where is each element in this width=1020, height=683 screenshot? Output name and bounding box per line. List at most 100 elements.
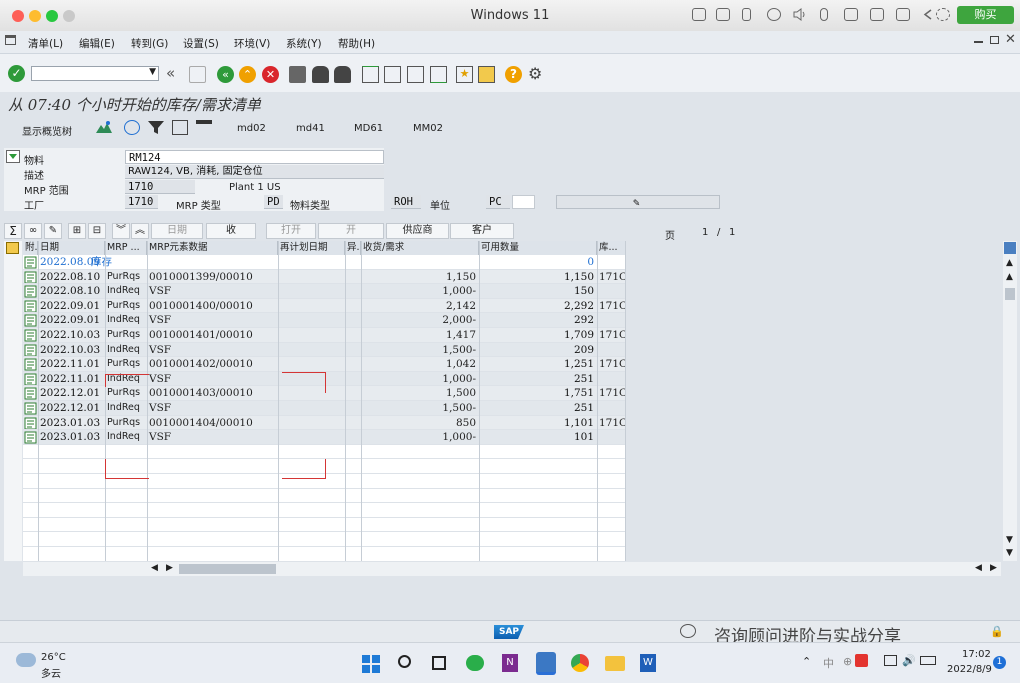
- new-session-icon[interactable]: ★: [456, 66, 473, 83]
- select-all-icon[interactable]: [6, 242, 19, 254]
- tray-chevron-icon[interactable]: ⌃: [802, 655, 811, 668]
- md41-button[interactable]: md41: [296, 123, 325, 134]
- col-header-exception[interactable]: 异.: [345, 241, 361, 255]
- col-header-attach[interactable]: 附.: [23, 241, 38, 255]
- vendor-button[interactable]: 供应商: [386, 223, 449, 239]
- globe-icon[interactable]: [767, 8, 781, 21]
- scroll-thumb[interactable]: [179, 564, 276, 574]
- ime-mode-icon[interactable]: ⊕: [843, 655, 852, 668]
- volume-icon[interactable]: 🔊: [902, 654, 916, 667]
- sum-icon[interactable]: Σ: [4, 223, 22, 239]
- table-row[interactable]: 2022.12.01 IndReq VSF 1,500- 251: [23, 401, 626, 416]
- scroll-left-icon[interactable]: ◀: [151, 563, 158, 573]
- element-detail-icon[interactable]: [24, 328, 38, 343]
- menu-edit[interactable]: 编辑(E): [79, 36, 115, 51]
- menu-settings[interactable]: 设置(S): [183, 36, 219, 51]
- sap-logon-icon[interactable]: [536, 652, 556, 675]
- table-row[interactable]: 2023.01.03 IndReq VSF 1,000- 101: [23, 430, 626, 445]
- customer-button[interactable]: 客户: [450, 223, 514, 239]
- col-header-date[interactable]: 日期: [38, 241, 105, 255]
- edit-document-icon[interactable]: ✎: [633, 196, 640, 210]
- cancel-icon[interactable]: ✕: [262, 66, 279, 83]
- save-icon[interactable]: [189, 66, 206, 83]
- collapse-all-icon[interactable]: ︽: [131, 223, 149, 239]
- element-detail-icon[interactable]: [24, 386, 38, 401]
- settings-gear-icon[interactable]: [936, 8, 950, 21]
- restore-icon[interactable]: [990, 36, 999, 44]
- open-planned-button[interactable]: 打开: [266, 223, 316, 239]
- notification-badge[interactable]: 1: [993, 656, 1006, 669]
- chevron-down-icon[interactable]: ▼: [149, 67, 156, 77]
- col-header-reschedule[interactable]: 再计划日期: [278, 241, 345, 255]
- word-icon[interactable]: W: [640, 654, 656, 672]
- date-button[interactable]: 日期: [151, 223, 203, 239]
- element-detail-icon[interactable]: [24, 284, 38, 299]
- tree-expand-icon[interactable]: ⊞: [68, 223, 86, 239]
- scroll-down-icon[interactable]: ▼: [1006, 535, 1013, 545]
- table-row[interactable]: 2022.08.10 IndReq VSF 1,000- 150: [23, 284, 626, 299]
- file-explorer-icon[interactable]: [605, 656, 625, 671]
- header-toggle-icon[interactable]: [6, 150, 20, 163]
- minimize-icon[interactable]: [974, 41, 983, 43]
- pencil-icon[interactable]: ✎: [44, 223, 62, 239]
- scroll-top-icon[interactable]: ▲: [1006, 258, 1013, 268]
- menu-system[interactable]: 系统(Y): [286, 36, 322, 51]
- clock-date[interactable]: 2022/8/9: [947, 664, 992, 675]
- element-detail-icon[interactable]: [24, 401, 38, 416]
- overview-tree-button[interactable]: 显示概览树: [22, 123, 72, 138]
- table-row[interactable]: 2022.11.01 PurRqs 0010001402/00010 1,042 1,2…: [23, 357, 626, 372]
- col-header-receipt-req[interactable]: 收货/需求: [361, 241, 479, 255]
- search-icon[interactable]: [398, 655, 411, 668]
- vscroll-thumb[interactable]: [1005, 288, 1015, 300]
- cpu-icon[interactable]: [716, 8, 730, 21]
- open-button[interactable]: 开: [318, 223, 384, 239]
- material-field[interactable]: RM124: [125, 150, 384, 164]
- wechat-icon[interactable]: [466, 655, 484, 671]
- menu-environment[interactable]: 环境(V): [234, 36, 270, 51]
- battery-icon[interactable]: [920, 656, 936, 665]
- menu-goto[interactable]: 转到(G): [131, 36, 168, 51]
- chrome-icon[interactable]: [571, 654, 589, 672]
- help-icon[interactable]: ?: [505, 66, 522, 83]
- table-row[interactable]: 2022.09.01 PurRqs 0010001400/00010 2,142 2,2…: [23, 298, 626, 314]
- app-tray-icon[interactable]: [855, 654, 868, 667]
- mm02-button[interactable]: MM02: [413, 123, 443, 134]
- scroll-bottom-icon[interactable]: ▼: [1006, 548, 1013, 558]
- clock-time[interactable]: 17:02: [962, 649, 991, 660]
- col-header-storage[interactable]: 库...: [597, 241, 626, 255]
- next-page-icon[interactable]: [407, 66, 424, 83]
- keyboard-icon[interactable]: [692, 8, 706, 21]
- menu-help[interactable]: 帮助(H): [338, 36, 375, 51]
- scroll-right-icon[interactable]: ▶: [166, 563, 173, 573]
- double-left-icon[interactable]: «: [166, 66, 183, 83]
- camera-icon[interactable]: [870, 8, 884, 21]
- usb-icon[interactable]: [742, 8, 751, 21]
- weather-cloud-icon[interactable]: [16, 653, 36, 667]
- arrow-left-icon[interactable]: [921, 8, 935, 21]
- filter-icon[interactable]: [148, 120, 164, 135]
- table-row[interactable]: 2022.08.10 PurRqs 0010001399/00010 1,150 1,1…: [23, 269, 626, 285]
- element-detail-icon[interactable]: [24, 299, 38, 314]
- table-row[interactable]: 2022.08.09 库存 0: [23, 255, 626, 270]
- task-view-icon[interactable]: [432, 656, 446, 670]
- table-row[interactable]: 2022.10.03 PurRqs 0010001401/00010 1,417 1,7…: [23, 328, 626, 343]
- menu-list[interactable]: 清单(L): [28, 36, 63, 51]
- tree-collapse-icon[interactable]: ⊟: [88, 223, 106, 239]
- expand-all-icon[interactable]: ︾: [112, 223, 130, 239]
- md02-button[interactable]: md02: [237, 123, 266, 134]
- element-detail-icon[interactable]: [24, 313, 38, 328]
- table-row[interactable]: 2022.10.03 IndReq VSF 1,500- 209: [23, 342, 626, 358]
- element-detail-icon[interactable]: [24, 430, 38, 445]
- buy-button[interactable]: 购买: [957, 6, 1014, 24]
- shortcut-icon[interactable]: [478, 66, 495, 83]
- onenote-icon[interactable]: N: [502, 654, 518, 672]
- element-detail-icon[interactable]: [24, 343, 38, 358]
- find-next-icon[interactable]: [334, 66, 351, 83]
- scroll-left-end-icon[interactable]: ◀: [975, 563, 982, 573]
- glasses-icon[interactable]: ∞: [24, 223, 42, 239]
- filter-list-icon[interactable]: [196, 120, 212, 135]
- vertical-scrollbar[interactable]: ▲ ▲ ▼ ▼: [1003, 241, 1017, 561]
- refresh-icon[interactable]: [124, 120, 140, 135]
- last-page-icon[interactable]: [430, 66, 447, 83]
- display-icon[interactable]: [896, 8, 910, 21]
